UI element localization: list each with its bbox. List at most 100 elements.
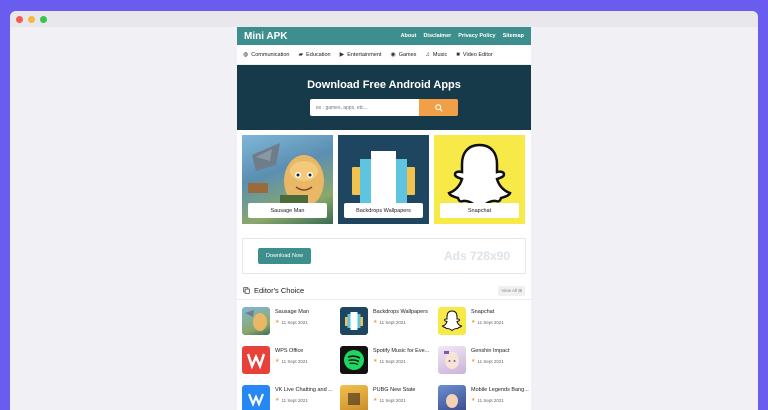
app-name: PUBG New State: [373, 387, 416, 393]
star-icon: ★: [275, 319, 280, 325]
list-item[interactable]: Genshin Impact ★ 11 Sept 2021: [438, 346, 531, 374]
category-label: Video Editor: [462, 51, 493, 58]
ad-banner: Download Now Ads 728x90: [242, 238, 526, 274]
featured-apps: Sausage Man Backdrops Wallpapers Snapcha…: [237, 130, 531, 224]
app-name: Sausage Man: [275, 309, 309, 315]
list-item[interactable]: Backdrops Wallpapers ★ 11 Sept 2021: [340, 307, 438, 335]
app-date: 11 Sept 2021: [477, 397, 504, 403]
section-title-text: Editor's Choice: [254, 286, 305, 295]
nav-link-privacy[interactable]: Privacy Policy: [458, 33, 495, 39]
spotify-app-icon: [340, 346, 368, 374]
window-titlebar: [10, 11, 758, 27]
maximize-window-dot[interactable]: [40, 15, 47, 23]
list-item[interactable]: Spotify Music for Eve... ★ 11 Sept 2021: [340, 346, 438, 374]
featured-card-snapchat[interactable]: Snapchat: [434, 135, 525, 224]
music-icon: ♫: [425, 51, 430, 58]
section-title: Editor's Choice: [243, 286, 304, 295]
hero-banner: Download Free Android Apps: [237, 65, 531, 130]
app-date: 11 Sept 2021: [281, 319, 308, 325]
category-communication[interactable]: ◍ Communication: [243, 51, 290, 59]
category-bar: ◍ Communication ▰ Education ▶ Entertainment…: [237, 45, 531, 65]
download-now-button[interactable]: Download Now: [258, 248, 311, 264]
mobile-legends-app-icon: [438, 385, 466, 410]
gamepad-icon: ◉: [390, 52, 396, 58]
category-label: Music: [432, 51, 448, 58]
genshin-impact-app-icon: [438, 346, 466, 374]
app-date: 11 Sept 2021: [281, 397, 308, 403]
search-icon: [434, 103, 443, 112]
app-name: Backdrops Wallpapers: [373, 309, 428, 315]
view-all-button[interactable]: View All ⊞: [498, 285, 525, 296]
nav-links: About Disclaimer Privacy Policy Sitemap: [401, 33, 524, 39]
close-window-dot[interactable]: [16, 15, 23, 23]
nav-link-disclaimer[interactable]: Disclaimer: [423, 33, 451, 39]
graduation-cap-icon: ▰: [298, 52, 304, 58]
editors-choice-header: Editor's Choice View All ⊞: [237, 282, 531, 300]
category-label: Games: [398, 51, 417, 58]
list-item[interactable]: WPS Office ★ 11 Sept 2021: [242, 346, 340, 374]
card-label: Snapchat: [440, 203, 519, 218]
app-grid: Sausage Man ★ 11 Sept 2021 Backdrops Wallp…: [237, 300, 531, 410]
app-name: Mobile Legends Bang...: [471, 387, 529, 393]
app-name: VK Live Chatting and ...: [275, 387, 333, 393]
category-label: Education: [306, 51, 331, 58]
category-entertainment[interactable]: ▶ Entertainment: [339, 51, 382, 59]
wps-office-app-icon: [242, 346, 270, 374]
star-icon: ★: [275, 397, 280, 403]
star-icon: ★: [275, 358, 280, 364]
star-icon: ★: [373, 319, 378, 325]
category-education[interactable]: ▰ Education: [298, 51, 331, 59]
category-music[interactable]: ♫ Music: [425, 52, 447, 58]
list-item[interactable]: Snapchat ★ 11 Sept 2021: [438, 307, 531, 335]
app-date: 11 Sept 2021: [477, 358, 504, 364]
app-date: 11 Sept 2021: [477, 319, 504, 325]
browser-window: Mini APK About Disclaimer Privacy Policy…: [10, 11, 758, 410]
view-all-label: View All: [501, 287, 517, 293]
app-name: Snapchat: [471, 309, 495, 315]
globe-icon: ◍: [243, 52, 249, 58]
list-item[interactable]: Mobile Legends Bang... ★ 11 Sept 2021: [438, 385, 531, 410]
card-label: Backdrops Wallpapers: [344, 203, 423, 218]
star-icon: ★: [471, 397, 476, 403]
app-date: 11 Sept 2021: [379, 397, 406, 403]
minimize-window-dot[interactable]: [28, 15, 35, 23]
category-video-editor[interactable]: ■ Video Editor: [456, 52, 493, 58]
category-label: Entertainment: [347, 51, 382, 58]
sausage-man-app-icon: [242, 307, 270, 335]
list-item[interactable]: PUBG New State ★ 11 Sept 2021: [340, 385, 438, 410]
star-icon: ★: [373, 358, 378, 364]
star-icon: ★: [471, 319, 476, 325]
nav-link-about[interactable]: About: [401, 33, 417, 39]
card-label: Sausage Man: [248, 203, 327, 218]
app-name: WPS Office: [275, 348, 304, 354]
site-logo[interactable]: Mini APK: [244, 31, 288, 42]
app-date: 11 Sept 2021: [379, 358, 406, 364]
ad-placeholder-text: Ads 728x90: [443, 249, 510, 263]
web-page: Mini APK About Disclaimer Privacy Policy…: [237, 27, 531, 410]
app-date: 11 Sept 2021: [281, 358, 308, 364]
nav-link-sitemap[interactable]: Sitemap: [503, 33, 524, 39]
copy-icon: [243, 287, 250, 294]
top-navbar: Mini APK About Disclaimer Privacy Policy…: [237, 27, 531, 45]
featured-card-sausage-man[interactable]: Sausage Man: [242, 135, 333, 224]
category-label: Communication: [251, 51, 290, 58]
search-input[interactable]: [310, 99, 419, 116]
hero-title: Download Free Android Apps: [307, 79, 461, 91]
snapchat-app-icon: [438, 307, 466, 335]
list-item[interactable]: Sausage Man ★ 11 Sept 2021: [242, 307, 340, 335]
grid-icon: ⊞: [518, 287, 522, 293]
camera-icon: ■: [456, 51, 460, 58]
backdrops-app-icon: [340, 307, 368, 335]
app-name: Spotify Music for Eve...: [373, 348, 430, 354]
star-icon: ★: [373, 397, 378, 403]
category-games[interactable]: ◉ Games: [390, 51, 417, 59]
featured-card-backdrops[interactable]: Backdrops Wallpapers: [338, 135, 429, 224]
pubg-new-state-app-icon: [340, 385, 368, 410]
search-form: [310, 99, 458, 116]
video-icon: ▶: [339, 52, 345, 58]
vk-live-app-icon: [242, 385, 270, 410]
search-button[interactable]: [419, 99, 458, 116]
star-icon: ★: [471, 358, 476, 364]
list-item[interactable]: VK Live Chatting and ... ★ 11 Sept 2021: [242, 385, 340, 410]
app-date: 11 Sept 2021: [379, 319, 406, 325]
